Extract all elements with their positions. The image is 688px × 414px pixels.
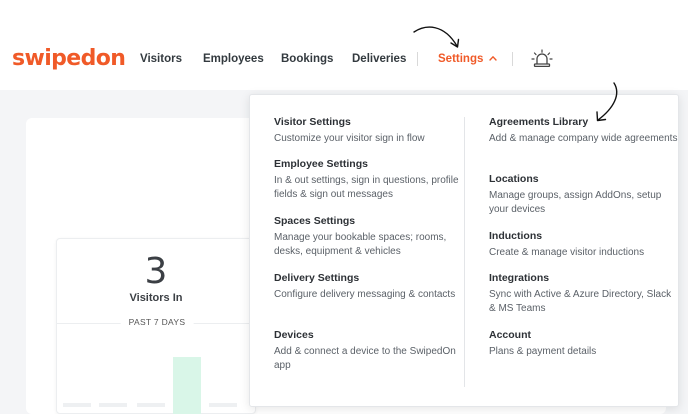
nav-bookings[interactable]: Bookings (281, 53, 333, 65)
menu-item-title: Integrations (489, 272, 550, 284)
chevron-up-icon (489, 53, 498, 63)
menu-item-title: Spaces Settings (274, 215, 356, 227)
nav-settings-label: Settings (438, 53, 484, 65)
menu-devices[interactable]: Devices Add & connect a device to the Sw… (274, 329, 464, 373)
nav-visitors[interactable]: Visitors (140, 53, 182, 65)
menu-account[interactable]: Account Plans & payment details (489, 329, 679, 359)
menu-item-description: Manage groups, assign AddOns, setup your… (489, 190, 662, 215)
evacuation-alarm-icon[interactable] (531, 49, 553, 69)
chart-bar-baseline (63, 403, 91, 407)
annotation-arrow-icon (413, 26, 460, 48)
menu-integrations[interactable]: Integrations Sync with Active & Azure Di… (489, 272, 679, 316)
column-divider (464, 117, 465, 387)
period-label: PAST 7 DAYS (120, 317, 194, 327)
menu-item-title: Account (489, 329, 531, 341)
menu-item-title: Agreements Library (489, 116, 589, 128)
chart-bar-baseline (137, 403, 165, 407)
menu-delivery-settings[interactable]: Delivery Settings Configure delivery mes… (274, 272, 464, 302)
menu-item-description: Add & connect a device to the SwipedOn a… (274, 346, 456, 371)
menu-inductions[interactable]: Inductions Create & manage visitor induc… (489, 230, 679, 260)
nav-employees[interactable]: Employees (203, 53, 264, 65)
menu-locations[interactable]: Locations Manage groups, assign AddOns, … (489, 173, 679, 217)
menu-item-title: Visitor Settings (274, 116, 351, 128)
nav-deliveries[interactable]: Deliveries (352, 53, 406, 65)
menu-item-title: Inductions (489, 230, 543, 242)
chart-bar-baseline (209, 403, 237, 407)
swipedon-logo[interactable]: swipedon (12, 46, 126, 71)
menu-item-title: Locations (489, 173, 539, 185)
menu-item-description: Sync with Active & Azure Directory, Slac… (489, 289, 672, 314)
menu-item-description: Plans & payment details (489, 346, 597, 357)
nav-settings[interactable]: Settings (438, 53, 498, 65)
chart-bar-baseline (99, 403, 127, 407)
menu-item-description: Customize your visitor sign in flow (274, 133, 425, 144)
menu-item-description: Manage your bookable spaces; rooms, desk… (274, 232, 447, 257)
visitors-in-count: 3 (144, 251, 168, 292)
menu-item-description: Add & manage company wide agreements (489, 133, 678, 144)
nav-divider (417, 52, 418, 66)
menu-item-title: Devices (274, 329, 314, 341)
menu-visitor-settings[interactable]: Visitor Settings Customize your visitor … (274, 116, 464, 146)
annotation-arrow-icon (596, 82, 618, 122)
menu-item-title: Employee Settings (274, 158, 368, 170)
menu-item-description: Configure delivery messaging & contacts (274, 289, 456, 300)
nav-divider (512, 52, 513, 66)
menu-spaces-settings[interactable]: Spaces Settings Manage your bookable spa… (274, 215, 464, 259)
settings-dropdown: Visitor Settings Customize your visitor … (249, 94, 679, 407)
chart-bar (173, 357, 201, 414)
menu-item-description: Create & manage visitor inductions (489, 247, 645, 258)
menu-agreements-library[interactable]: Agreements Library Add & manage company … (489, 116, 679, 146)
menu-item-description: In & out settings, sign in questions, pr… (274, 175, 459, 200)
menu-employee-settings[interactable]: Employee Settings In & out settings, sig… (274, 158, 464, 202)
visitors-in-label: Visitors In (129, 292, 183, 304)
top-navigation: swipedon Visitors Employees Bookings Del… (0, 0, 688, 90)
menu-item-title: Delivery Settings (274, 272, 360, 284)
visitors-in-card[interactable]: 3 Visitors In PAST 7 DAYS (56, 238, 256, 414)
